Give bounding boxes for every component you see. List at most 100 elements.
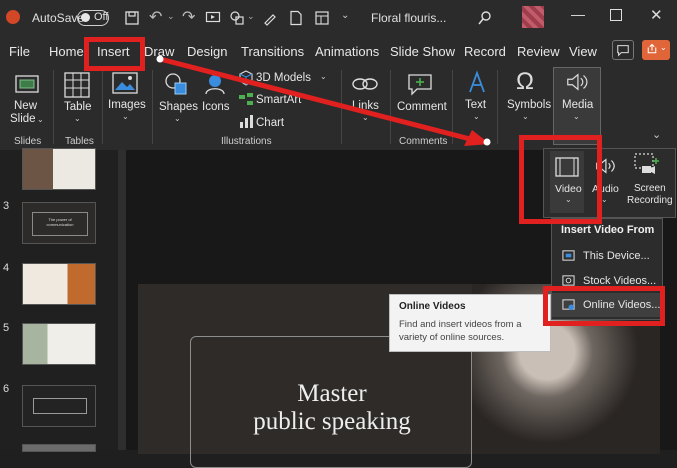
- images-label[interactable]: Images: [108, 99, 146, 111]
- start-from-beginning-icon[interactable]: [205, 10, 221, 26]
- tab-home[interactable]: Home: [49, 44, 84, 59]
- share-icon: [647, 43, 657, 54]
- tab-transitions[interactable]: Transitions: [241, 44, 304, 59]
- redo-icon[interactable]: ↷: [182, 7, 195, 27]
- group-comments: Comments: [399, 136, 448, 147]
- new-slide-label-1: New: [14, 100, 38, 112]
- speaker-icon: [567, 73, 588, 91]
- tab-animations[interactable]: Animations: [315, 44, 379, 59]
- format-icon[interactable]: [314, 10, 330, 26]
- export-pdf-icon[interactable]: [288, 10, 304, 26]
- tooltip-body-1: Find and insert videos from a: [399, 319, 522, 330]
- comment-icon: [617, 45, 629, 57]
- this-device-icon: [562, 250, 575, 261]
- thumbnail-number: 6: [3, 383, 10, 395]
- thumbnail-3[interactable]: The power of communication: [22, 202, 96, 244]
- undo-icon[interactable]: ↶: [149, 7, 162, 27]
- slide-title-line-2[interactable]: public speaking: [212, 408, 452, 436]
- tab-draw[interactable]: Draw: [144, 44, 174, 59]
- thumbnail-number: 3: [3, 200, 10, 212]
- thumbnail-2[interactable]: [22, 148, 96, 190]
- autosave-state: Off: [94, 11, 109, 23]
- tab-view[interactable]: View: [569, 44, 597, 59]
- table-chevron-icon[interactable]: ⌄: [74, 114, 81, 123]
- pen-icon[interactable]: [262, 10, 278, 26]
- powerpoint-logo-icon: [6, 10, 20, 24]
- links-icon[interactable]: [352, 74, 378, 94]
- slide-title-line-1[interactable]: Master: [212, 380, 452, 408]
- tooltip-body-2: variety of online sources.: [399, 332, 505, 343]
- images-icon[interactable]: [112, 72, 138, 94]
- icons-label[interactable]: Icons: [202, 101, 230, 113]
- tab-slide-show[interactable]: Slide Show: [390, 44, 455, 59]
- symbols-icon[interactable]: Ω: [516, 68, 534, 96]
- media-chevron-icon[interactable]: ⌄: [573, 112, 580, 121]
- links-label[interactable]: Links: [352, 100, 379, 112]
- text-chevron-icon[interactable]: ⌄: [473, 112, 480, 121]
- shapes-chevron-icon[interactable]: ⌄: [174, 114, 181, 123]
- insert-video-header: Insert Video From: [561, 224, 655, 236]
- collapse-ribbon-icon[interactable]: ⌄: [652, 128, 661, 141]
- thumbnail-number: 5: [3, 322, 10, 334]
- table-label[interactable]: Table: [64, 101, 92, 113]
- close-icon[interactable]: ✕: [650, 6, 663, 24]
- tab-review[interactable]: Review: [517, 44, 560, 59]
- chart-label[interactable]: Chart: [256, 117, 284, 129]
- thumbnail-5[interactable]: [22, 323, 96, 365]
- icons-icon[interactable]: [202, 72, 228, 96]
- tab-design[interactable]: Design: [187, 44, 227, 59]
- document-title[interactable]: Floral flouris...: [371, 11, 446, 25]
- search-icon[interactable]: [477, 10, 493, 26]
- shapes-icon[interactable]: [229, 10, 245, 26]
- smartart-label[interactable]: SmartArt: [256, 94, 301, 106]
- 3d-models-label[interactable]: 3D Models: [256, 72, 311, 84]
- tooltip-title: Online Videos: [399, 301, 466, 312]
- tab-record[interactable]: Record: [464, 44, 506, 59]
- undo-dropdown-icon[interactable]: ⌄: [167, 11, 175, 22]
- 3d-models-chevron-icon[interactable]: ⌄: [320, 72, 327, 81]
- table-icon[interactable]: [64, 72, 90, 98]
- shapes-label[interactable]: Shapes: [159, 101, 198, 113]
- group-slides: Slides: [14, 136, 42, 147]
- shapes-ribbon-icon[interactable]: [163, 72, 189, 96]
- thumbnail-scrollbar[interactable]: [118, 150, 126, 450]
- chart-icon[interactable]: [238, 114, 254, 130]
- highlight-insert-tab: [84, 37, 145, 71]
- comment-label[interactable]: Comment: [397, 101, 447, 113]
- new-slide-chevron-icon[interactable]: ⌄: [37, 115, 44, 124]
- symbols-label[interactable]: Symbols: [507, 99, 551, 111]
- screen-recording-icon[interactable]: [634, 153, 660, 177]
- thumbnail-4[interactable]: [22, 263, 96, 305]
- customize-toolbar-icon[interactable]: ⌄: [341, 10, 349, 21]
- thumbnail-3-title: The power of communication: [46, 217, 74, 227]
- audio-chevron-icon[interactable]: ⌄: [601, 195, 608, 204]
- comments-button[interactable]: [612, 40, 634, 60]
- links-chevron-icon[interactable]: ⌄: [362, 113, 369, 122]
- avatar[interactable]: [522, 6, 544, 28]
- text-label[interactable]: Text: [465, 99, 486, 111]
- minimize-icon[interactable]: —: [571, 6, 585, 22]
- share-button[interactable]: ⌄: [642, 40, 670, 60]
- shapes-dropdown-icon[interactable]: ⌄: [247, 11, 255, 22]
- save-icon[interactable]: [124, 10, 140, 26]
- new-slide-icon: [15, 75, 39, 93]
- group-illustrations: Illustrations: [221, 136, 272, 147]
- images-chevron-icon[interactable]: ⌄: [122, 112, 129, 121]
- symbols-chevron-icon[interactable]: ⌄: [522, 112, 529, 121]
- media-label[interactable]: Media: [562, 99, 593, 111]
- maximize-icon[interactable]: [610, 9, 622, 21]
- new-slide-label-2: Slide: [10, 113, 36, 125]
- this-device-item[interactable]: This Device...: [583, 250, 650, 262]
- smartart-icon[interactable]: [238, 92, 254, 108]
- online-videos-tooltip: Online Videos Find and insert videos fro…: [389, 294, 551, 352]
- 3d-models-icon[interactable]: [238, 70, 254, 86]
- screen-recording-label-2[interactable]: Recording: [627, 195, 673, 206]
- screen-recording-label-1[interactable]: Screen: [634, 183, 666, 194]
- text-icon[interactable]: [466, 70, 488, 94]
- thumbnail-6[interactable]: [22, 385, 96, 427]
- comment-ribbon-icon[interactable]: [407, 72, 433, 96]
- highlight-video-button: [519, 135, 602, 224]
- group-tables: Tables: [65, 136, 94, 147]
- tab-file[interactable]: File: [9, 44, 30, 59]
- thumbnail-7[interactable]: [22, 444, 96, 452]
